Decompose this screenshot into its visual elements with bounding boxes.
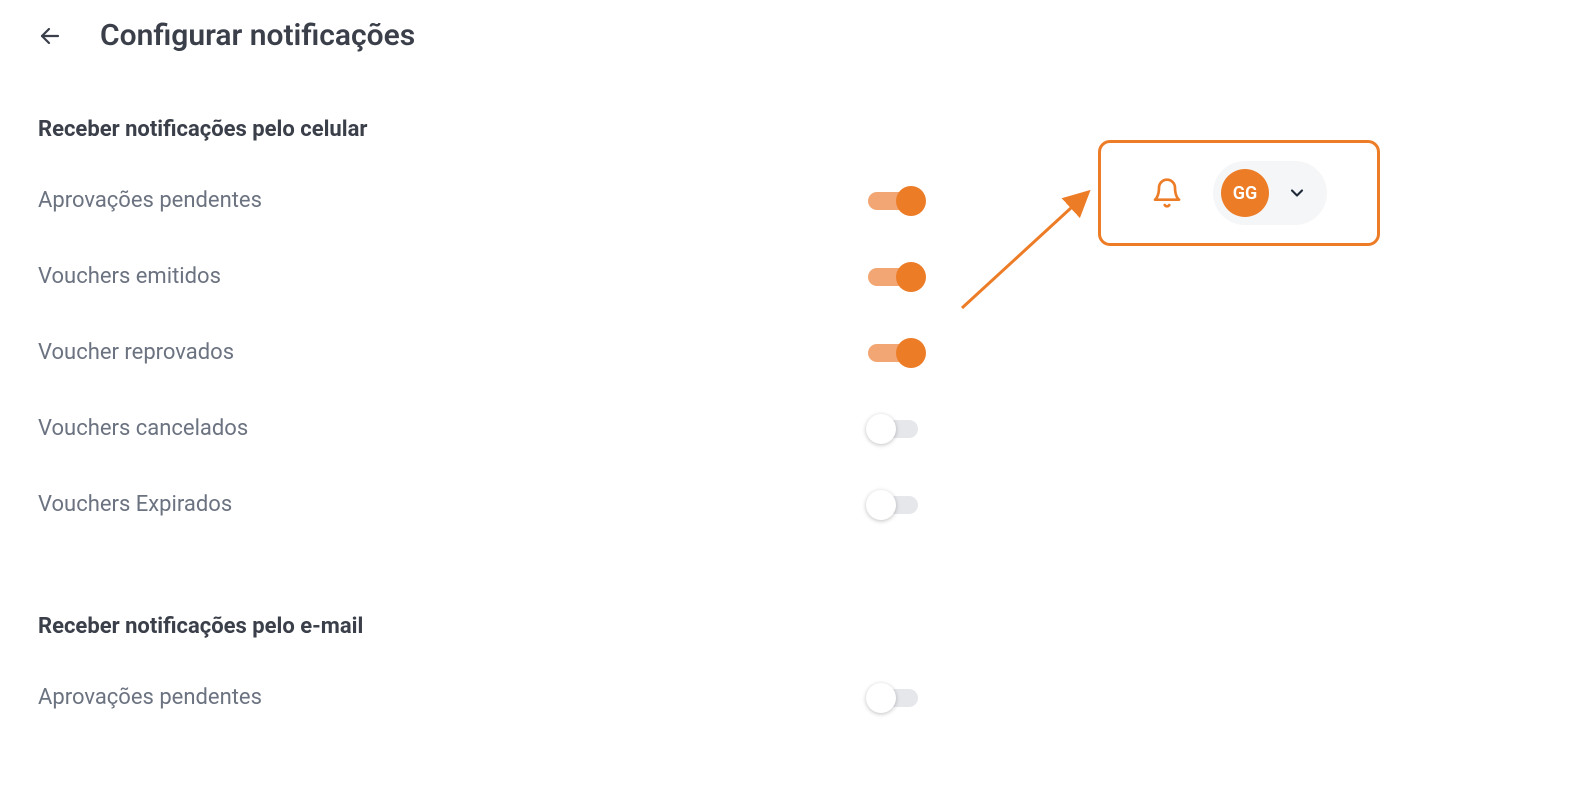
- bell-icon: [1151, 177, 1183, 209]
- settings-content: Receber notificações pelo celular Aprova…: [0, 53, 960, 711]
- setting-row-email-0: Aprovações pendentes: [38, 683, 922, 711]
- setting-row-mobile-4: Vouchers Expirados: [38, 490, 922, 518]
- toggle-mobile-vouchers-expirados[interactable]: [868, 490, 922, 518]
- profile-menu-button[interactable]: GG: [1213, 161, 1327, 225]
- back-button[interactable]: [38, 24, 62, 48]
- toggle-mobile-vouchers-emitidos[interactable]: [868, 262, 922, 290]
- setting-row-mobile-2: Voucher reprovados: [38, 338, 922, 366]
- setting-row-mobile-3: Vouchers cancelados: [38, 414, 922, 442]
- setting-label: Vouchers Expirados: [38, 492, 232, 517]
- setting-label: Aprovações pendentes: [38, 188, 262, 213]
- arrow-left-icon: [38, 24, 62, 48]
- section-heading-email: Receber notificações pelo e-mail: [38, 614, 922, 639]
- notifications-bell-button[interactable]: [1151, 177, 1183, 209]
- page-title: Configurar notificações: [100, 18, 415, 53]
- page-header: Configurar notificações: [0, 0, 1579, 53]
- setting-label: Vouchers emitidos: [38, 264, 221, 289]
- annotation-callout: GG: [1098, 140, 1380, 246]
- toggle-mobile-vouchers-cancelados[interactable]: [868, 414, 922, 442]
- chevron-down-icon: [1287, 183, 1307, 203]
- setting-label: Voucher reprovados: [38, 340, 234, 365]
- annotation-arrow-icon: [950, 180, 1110, 320]
- setting-label: Aprovações pendentes: [38, 685, 262, 710]
- section-heading-mobile: Receber notificações pelo celular: [38, 117, 922, 142]
- setting-row-mobile-1: Vouchers emitidos: [38, 262, 922, 290]
- toggle-mobile-voucher-reprovados[interactable]: [868, 338, 922, 366]
- toggle-email-aprovacoes-pendentes[interactable]: [868, 683, 922, 711]
- toggle-mobile-aprovacoes-pendentes[interactable]: [868, 186, 922, 214]
- avatar: GG: [1221, 169, 1269, 217]
- setting-row-mobile-0: Aprovações pendentes: [38, 186, 922, 214]
- setting-label: Vouchers cancelados: [38, 416, 248, 441]
